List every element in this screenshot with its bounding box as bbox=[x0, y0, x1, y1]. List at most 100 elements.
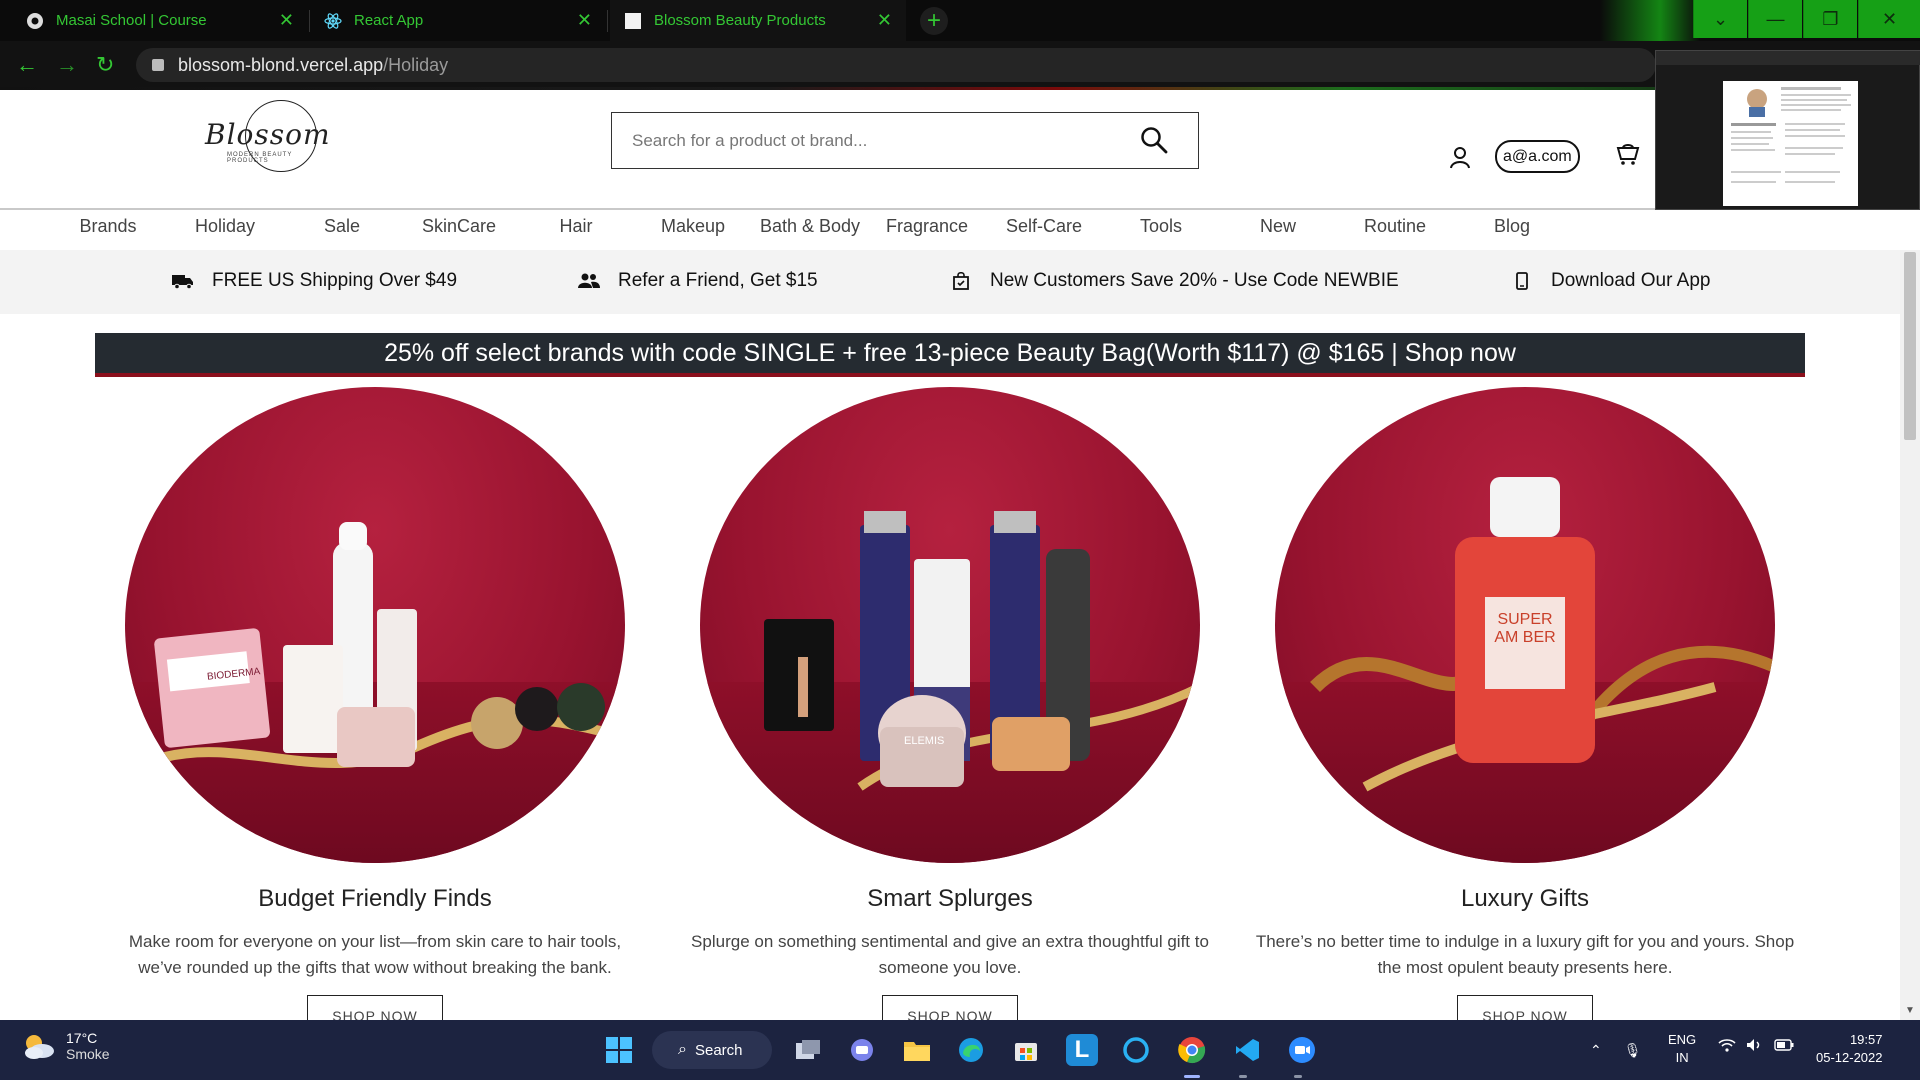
edge-browser-icon[interactable] bbox=[955, 1034, 987, 1066]
nav-item-skincare[interactable]: SkinCare bbox=[422, 216, 496, 237]
url-field[interactable]: blossom-blond.vercel.app/Holiday bbox=[136, 48, 1656, 82]
react-icon bbox=[324, 12, 342, 30]
battery-icon bbox=[1774, 1038, 1794, 1055]
browser-tab-strip: Masai School | Course ✕ React App ✕ Blos… bbox=[0, 0, 1920, 41]
promo-text: FREE US Shipping Over $49 bbox=[212, 270, 458, 291]
url-host: blossom-blond.vercel.app bbox=[178, 54, 384, 75]
temperature: 17°C bbox=[66, 1030, 98, 1046]
offer-banner[interactable]: 25% off select brands with code SINGLE +… bbox=[95, 333, 1805, 377]
phone-icon bbox=[1511, 272, 1533, 290]
reload-icon[interactable]: ↻ bbox=[96, 52, 114, 78]
chrome-icon[interactable] bbox=[1176, 1034, 1208, 1066]
taskbar-search-label: Search bbox=[694, 1041, 743, 1059]
back-arrow-icon[interactable]: ← bbox=[16, 52, 38, 78]
weather-cloud-icon bbox=[25, 1035, 54, 1059]
nav-item-hair[interactable]: Hair bbox=[559, 216, 592, 237]
zoom-active-indicator bbox=[1294, 1075, 1302, 1078]
weather-widget[interactable]: 17°C Smoke bbox=[22, 1030, 110, 1062]
blossom-logo[interactable]: Blossom MODERN BEAUTY PRODUCTS bbox=[205, 100, 330, 172]
card-description: Make room for everyone on your list—from… bbox=[128, 932, 622, 977]
minimize-button[interactable]: — bbox=[1748, 0, 1802, 38]
search-input[interactable] bbox=[632, 130, 1132, 151]
close-icon[interactable]: ✕ bbox=[577, 10, 592, 31]
browser-tab-active[interactable]: Blossom Beauty Products ✕ bbox=[610, 0, 906, 41]
windows-taskbar: 17°C Smoke ⌕ Search L ⌃ 🎙 ENG IN 19:57 0… bbox=[0, 1020, 1920, 1080]
page-scrollbar[interactable]: ▼ bbox=[1900, 250, 1920, 1020]
truck-icon bbox=[172, 272, 194, 290]
clock[interactable]: 19:57 05-12-2022 bbox=[1816, 1031, 1883, 1067]
nav-item-sale[interactable]: Sale bbox=[324, 216, 360, 237]
search-box bbox=[611, 112, 1199, 169]
close-icon[interactable]: ✕ bbox=[877, 10, 892, 31]
card-title: Luxury Gifts bbox=[1460, 885, 1590, 912]
budget-products-illustration bbox=[154, 522, 625, 769]
lightshot-l-icon[interactable]: L bbox=[1066, 1034, 1098, 1066]
nav-item-brands[interactable]: Brands bbox=[79, 216, 136, 237]
nav-item-fragrance[interactable]: Fragrance bbox=[886, 216, 968, 237]
taskbar-search-button[interactable]: ⌕ Search bbox=[652, 1031, 772, 1069]
nav-item-new[interactable]: New bbox=[1260, 216, 1296, 237]
search-icon: ⌕ bbox=[678, 1041, 687, 1058]
nav-item-tools[interactable]: Tools bbox=[1140, 216, 1182, 237]
clock-date: 05-12-2022 bbox=[1816, 1050, 1883, 1065]
restore-button[interactable]: ❐ bbox=[1803, 0, 1857, 38]
browser-tab[interactable]: Masai School | Course ✕ bbox=[12, 0, 308, 41]
close-window-button[interactable]: ✕ bbox=[1858, 0, 1920, 38]
zoom-icon[interactable] bbox=[1286, 1034, 1318, 1066]
search-icon[interactable] bbox=[1140, 126, 1168, 154]
cart-icon[interactable] bbox=[1615, 142, 1641, 168]
close-icon[interactable]: ✕ bbox=[279, 10, 294, 31]
status-icons[interactable] bbox=[1718, 1038, 1794, 1055]
scroll-down-icon[interactable]: ▼ bbox=[1905, 1005, 1915, 1016]
card-title: Smart Splurges bbox=[867, 885, 1033, 912]
nav-item-routine[interactable]: Routine bbox=[1364, 216, 1426, 237]
product-card-budget: BIODERMA Budget Friendly Finds Make room… bbox=[95, 387, 655, 1029]
nav-item-bath-body[interactable]: Bath & Body bbox=[760, 216, 860, 237]
nav-item-holiday[interactable]: Holiday bbox=[195, 216, 255, 237]
promo-newcustomer[interactable]: New Customers Save 20% - Use Code NEWBIE bbox=[950, 270, 1399, 292]
vscode-icon[interactable] bbox=[1231, 1034, 1263, 1066]
forward-arrow-icon[interactable]: → bbox=[56, 52, 78, 78]
product-image-budget[interactable]: BIODERMA bbox=[125, 387, 625, 863]
logo-text: Blossom bbox=[205, 118, 331, 151]
tab-title: React App bbox=[354, 12, 424, 29]
language-code: ENG bbox=[1668, 1032, 1697, 1047]
browser-tab[interactable]: React App ✕ bbox=[310, 0, 606, 41]
category-nav: Brands Holiday Sale SkinCare Hair Makeup… bbox=[0, 212, 1920, 250]
product-label: SUPER AM BER bbox=[1494, 611, 1556, 646]
video-call-overlay[interactable] bbox=[1655, 50, 1920, 210]
users-icon bbox=[578, 272, 600, 290]
microsoft-store-icon[interactable] bbox=[1010, 1034, 1042, 1066]
product-image-splurge[interactable]: ELEMIS bbox=[700, 387, 1200, 863]
language-indicator[interactable]: ENG IN bbox=[1668, 1031, 1696, 1067]
nav-item-self-care[interactable]: Self-Care bbox=[1006, 216, 1082, 237]
promo-referral[interactable]: Refer a Friend, Get $15 bbox=[578, 270, 818, 292]
windows-start-icon[interactable] bbox=[603, 1034, 635, 1066]
task-view-icon[interactable] bbox=[792, 1034, 824, 1066]
promo-shipping[interactable]: FREE US Shipping Over $49 bbox=[172, 270, 457, 292]
tab-title: Blossom Beauty Products bbox=[654, 12, 826, 29]
product-image-luxury[interactable]: SUPER AM BER bbox=[1275, 387, 1775, 863]
tab-search-button[interactable]: ⌄ bbox=[1693, 0, 1747, 38]
region-code: IN bbox=[1675, 1050, 1689, 1065]
address-bar: ← → ↻ blossom-blond.vercel.app/Holiday bbox=[0, 41, 1920, 89]
teams-chat-icon[interactable] bbox=[846, 1034, 878, 1066]
splurge-products-illustration bbox=[764, 511, 1200, 791]
nav-item-blog[interactable]: Blog bbox=[1494, 216, 1530, 237]
lock-icon bbox=[152, 59, 164, 71]
microphone-icon[interactable]: 🎙 bbox=[1624, 1042, 1642, 1059]
nav-item-makeup[interactable]: Makeup bbox=[661, 216, 725, 237]
new-tab-button[interactable]: + bbox=[920, 7, 948, 35]
scrollbar-thumb[interactable] bbox=[1904, 252, 1916, 440]
user-icon[interactable] bbox=[1448, 145, 1472, 169]
wifi-icon bbox=[1718, 1038, 1736, 1055]
tab-divider bbox=[607, 10, 608, 32]
decorative-glow bbox=[1600, 0, 1700, 41]
user-email-badge[interactable]: a@a.com bbox=[1495, 140, 1580, 173]
file-explorer-icon[interactable] bbox=[901, 1034, 933, 1066]
page-icon bbox=[624, 12, 642, 30]
cortana-icon[interactable] bbox=[1120, 1034, 1152, 1066]
chevron-up-icon[interactable]: ⌃ bbox=[1590, 1042, 1602, 1059]
logo-tagline: MODERN BEAUTY PRODUCTS bbox=[227, 152, 293, 164]
promo-app[interactable]: Download Our App bbox=[1511, 270, 1711, 292]
